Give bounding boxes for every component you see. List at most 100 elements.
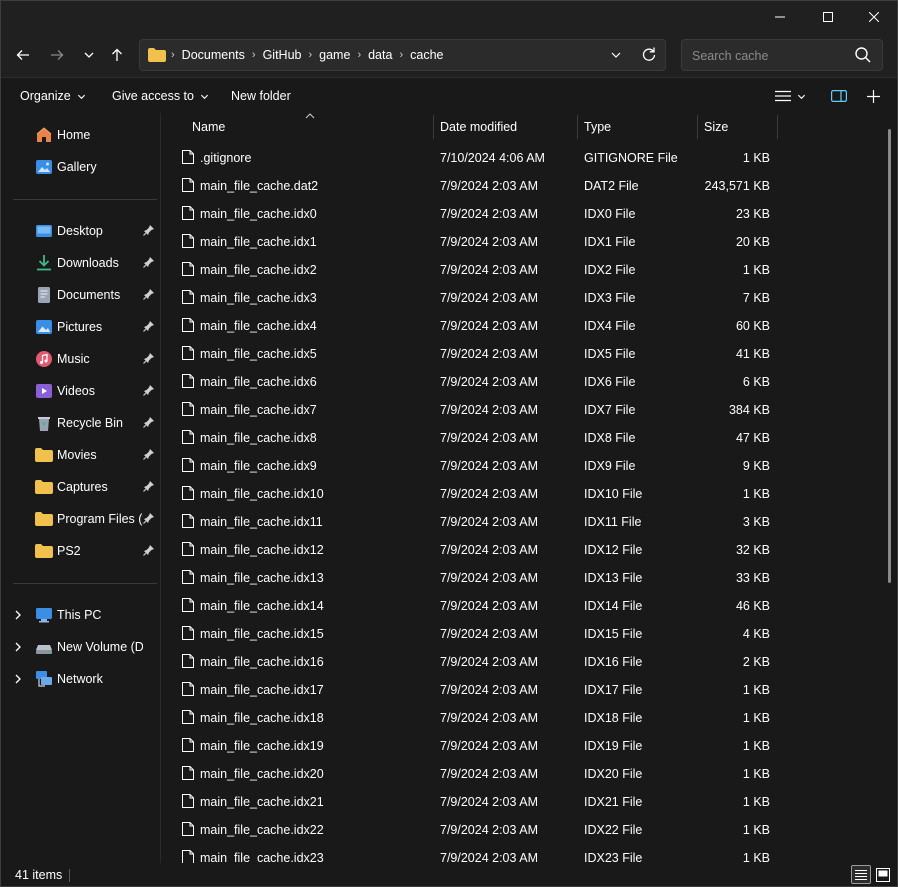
file-size: 1 KB [742, 151, 770, 165]
file-size: 23 KB [735, 207, 770, 221]
chevron-right-icon[interactable] [13, 641, 23, 653]
table-row[interactable]: main_file_cache.idx5 7/9/2024 2:03 AM IDX5… [162, 339, 778, 367]
recent-locations-button[interactable] [75, 43, 103, 67]
table-row[interactable]: main_file_cache.idx14 7/9/2024 2:03 AM IDX… [162, 591, 778, 619]
table-row[interactable]: main_file_cache.idx4 7/9/2024 2:03 AM IDX4… [162, 311, 778, 339]
column-header-size[interactable]: Size [704, 113, 728, 141]
organize-button[interactable]: Organize [20, 78, 86, 114]
breadcrumb-documents[interactable]: Documents [176, 48, 251, 62]
address-bar[interactable]: › Documents › GitHub › game › data › cac… [139, 39, 666, 71]
table-row[interactable]: main_file_cache.idx6 7/9/2024 2:03 AM IDX6… [162, 367, 778, 395]
sidebar-item-movies[interactable]: Movies [1, 440, 161, 470]
column-divider[interactable] [777, 115, 778, 139]
maximize-button[interactable] [805, 1, 851, 33]
up-button[interactable] [103, 43, 131, 67]
sidebar-item-videos[interactable]: Videos [1, 376, 161, 406]
table-row[interactable]: main_file_cache.idx3 7/9/2024 2:03 AM IDX3… [162, 283, 778, 311]
chevron-right-icon[interactable] [13, 673, 23, 685]
minimize-button[interactable] [757, 1, 803, 33]
table-row[interactable]: main_file_cache.idx7 7/9/2024 2:03 AM IDX7… [162, 395, 778, 423]
sidebar-item-gallery[interactable]: Gallery [1, 152, 161, 182]
file-type: IDX9 File [584, 459, 636, 473]
sidebar-item-music[interactable]: Music [1, 344, 161, 374]
file-icon [182, 710, 194, 724]
pin-icon[interactable] [143, 224, 155, 236]
pin-icon[interactable] [143, 448, 155, 460]
breadcrumb-cache[interactable]: cache [404, 48, 449, 62]
table-row[interactable]: main_file_cache.idx11 7/9/2024 2:03 AM IDX… [162, 507, 778, 535]
table-row[interactable]: main_file_cache.idx9 7/9/2024 2:03 AM IDX9… [162, 451, 778, 479]
table-row[interactable]: main_file_cache.idx17 7/9/2024 2:03 AM IDX… [162, 675, 778, 703]
table-row[interactable]: .gitignore 7/10/2024 4:06 AM GITIGNORE Fil… [162, 143, 778, 171]
column-divider[interactable] [433, 115, 434, 139]
table-row[interactable]: main_file_cache.dat2 7/9/2024 2:03 AM DAT2… [162, 171, 778, 199]
table-row[interactable]: main_file_cache.idx19 7/9/2024 2:03 AM IDX… [162, 731, 778, 759]
desktop-icon [36, 225, 52, 237]
sidebar-item-new-volume[interactable]: New Volume (D:) [1, 632, 161, 662]
pin-icon[interactable] [143, 416, 155, 428]
give-access-button[interactable]: Give access to [112, 78, 209, 114]
sidebar-item-home[interactable]: Home [1, 120, 161, 150]
sidebar-item-network[interactable]: Network [1, 664, 161, 694]
table-row[interactable]: main_file_cache.idx8 7/9/2024 2:03 AM IDX8… [162, 423, 778, 451]
details-pane-button[interactable] [831, 78, 847, 114]
breadcrumb-data[interactable]: data [362, 48, 398, 62]
search-box[interactable] [681, 39, 883, 71]
table-row[interactable]: main_file_cache.idx22 7/9/2024 2:03 AM IDX… [162, 815, 778, 843]
details-view-button[interactable] [851, 865, 871, 884]
table-row[interactable]: main_file_cache.idx18 7/9/2024 2:03 AM IDX… [162, 703, 778, 731]
breadcrumb-github[interactable]: GitHub [257, 48, 308, 62]
forward-button[interactable] [43, 43, 71, 67]
table-row[interactable]: main_file_cache.idx23 7/9/2024 2:03 AM IDX… [162, 843, 778, 863]
new-tab-button[interactable] [867, 78, 880, 114]
search-input[interactable] [690, 46, 844, 66]
table-row[interactable]: main_file_cache.idx12 7/9/2024 2:03 AM IDX… [162, 535, 778, 563]
table-row[interactable]: main_file_cache.idx21 7/9/2024 2:03 AM IDX… [162, 787, 778, 815]
column-header-date[interactable]: Date modified [440, 113, 517, 141]
pin-icon[interactable] [143, 256, 155, 268]
chevron-right-icon[interactable] [13, 609, 23, 621]
table-row[interactable]: main_file_cache.idx16 7/9/2024 2:03 AM IDX… [162, 647, 778, 675]
pin-icon[interactable] [143, 352, 155, 364]
search-button[interactable] [854, 46, 872, 67]
tiles-view-button[interactable] [873, 865, 893, 884]
file-explorer-window: › Documents › GitHub › game › data › cac… [0, 0, 898, 887]
column-divider[interactable] [697, 115, 698, 139]
sidebar-item-captures[interactable]: Captures [1, 472, 161, 502]
pin-icon[interactable] [143, 384, 155, 396]
file-date: 7/9/2024 2:03 AM [440, 543, 538, 557]
address-dropdown-button[interactable] [610, 46, 622, 67]
pin-icon[interactable] [143, 544, 155, 556]
column-header-name[interactable]: Name [192, 113, 225, 141]
pin-icon[interactable] [143, 288, 155, 300]
sidebar-item-recycle-bin[interactable]: Recycle Bin [1, 408, 161, 438]
table-row[interactable]: main_file_cache.idx2 7/9/2024 2:03 AM IDX2… [162, 255, 778, 283]
table-row[interactable]: main_file_cache.idx15 7/9/2024 2:03 AM IDX… [162, 619, 778, 647]
pin-icon[interactable] [143, 480, 155, 492]
column-header-type[interactable]: Type [584, 113, 611, 141]
table-row[interactable]: main_file_cache.idx20 7/9/2024 2:03 AM IDX… [162, 759, 778, 787]
table-row[interactable]: main_file_cache.idx1 7/9/2024 2:03 AM IDX1… [162, 227, 778, 255]
pin-icon[interactable] [143, 512, 155, 524]
table-row[interactable]: main_file_cache.idx13 7/9/2024 2:03 AM IDX… [162, 563, 778, 591]
sidebar-item-desktop[interactable]: Desktop [1, 216, 161, 246]
view-options-button[interactable] [775, 78, 806, 114]
close-button[interactable] [851, 1, 897, 33]
sidebar-item-downloads[interactable]: Downloads [1, 248, 161, 278]
pin-icon[interactable] [143, 320, 155, 332]
sidebar-item-pictures[interactable]: Pictures [1, 312, 161, 342]
navigation-pane: Home Gallery Desktop Downloads Documents… [1, 113, 161, 863]
column-divider[interactable] [577, 115, 578, 139]
back-button[interactable] [9, 43, 37, 67]
sidebar-item-this-pc[interactable]: This PC [1, 600, 161, 630]
sidebar-item-program-files[interactable]: Program Files (x86) [1, 504, 161, 534]
new-folder-button[interactable]: New folder [231, 78, 291, 114]
table-row[interactable]: main_file_cache.idx0 7/9/2024 2:03 AM IDX0… [162, 199, 778, 227]
sidebar-item-documents[interactable]: Documents [1, 280, 161, 310]
sidebar-item-ps2[interactable]: PS2 [1, 536, 161, 566]
refresh-button[interactable] [640, 45, 658, 68]
breadcrumb-game[interactable]: game [313, 48, 356, 62]
sidebar-splitter[interactable] [160, 113, 161, 863]
vertical-scrollbar-thumb[interactable] [888, 129, 891, 583]
table-row[interactable]: main_file_cache.idx10 7/9/2024 2:03 AM IDX… [162, 479, 778, 507]
